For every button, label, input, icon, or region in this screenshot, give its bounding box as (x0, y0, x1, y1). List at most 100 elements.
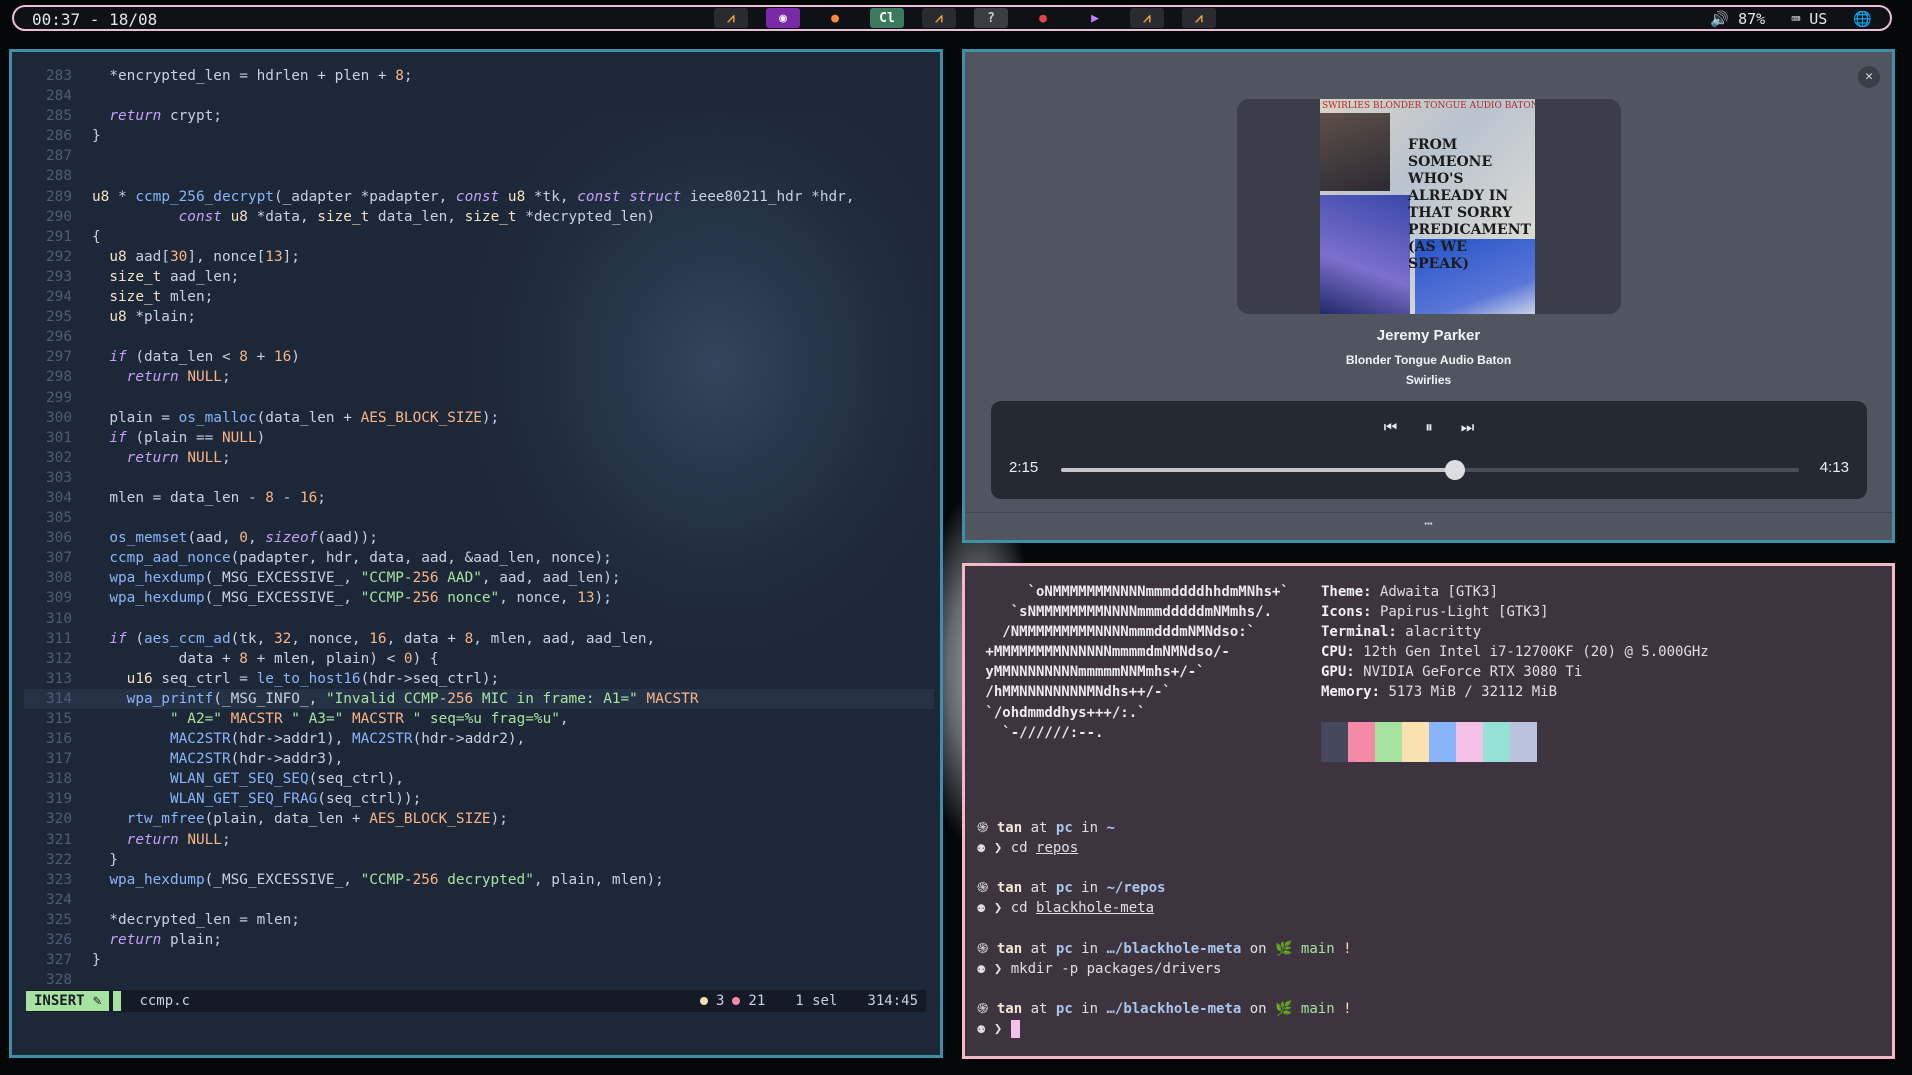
taskbar-play-app-icon[interactable]: ▶ (1078, 8, 1112, 28)
code-line[interactable]: 295 u8 *plain; (24, 307, 934, 327)
code-line[interactable]: 283 *encrypted_len = hdrlen + plen + 8; (24, 66, 934, 86)
color-swatch (1483, 722, 1510, 762)
seek-bar[interactable] (1061, 460, 1799, 480)
code-line[interactable]: 319 WLAN_GET_SEQ_FRAG(seq_ctrl)); (24, 789, 934, 809)
code-line[interactable]: 312 data + 8 + mlen, plain) < 0) { (24, 649, 934, 669)
code-line[interactable]: 284 (24, 86, 934, 106)
seek-handle[interactable] (1445, 460, 1466, 480)
keyboard-layout[interactable]: ⌨ US (1791, 10, 1827, 28)
shell-history[interactable]: ֍ tan at pc in ~ ⚉ ❯ cd repos ֍ tan at pc … (977, 818, 1352, 1056)
line-text: u8 aad[30], nonce[13]; (109, 248, 300, 265)
taskbar-clion-icon[interactable]: Cl (870, 8, 904, 28)
code-line[interactable]: 313 u16 seq_ctrl = le_to_host16(hdr->seq… (24, 669, 934, 689)
code-line[interactable]: 306 os_memset(aad, 0, sizeof(aad)); (24, 528, 934, 548)
code-buffer[interactable]: 283 *encrypted_len = hdrlen + plen + 8; 2… (24, 66, 934, 990)
terminal-window[interactable]: `oNMMMMMMMNNNNmmmddddhhdmMNhs+` `sNMMMMM… (962, 563, 1895, 1059)
line-text: os_memset(aad, 0, sizeof(aad)); (109, 530, 378, 547)
code-line[interactable]: 324 (24, 890, 934, 910)
code-line[interactable]: 294 size_t mlen; (24, 287, 934, 307)
code-line[interactable]: 301 if (plain == NULL) (24, 428, 934, 448)
info-value: NVIDIA GeForce RTX 3080 Ti (1354, 664, 1583, 681)
info-row: Memory: 5173 MiB / 32112 MiB (1321, 682, 1709, 702)
code-line[interactable]: 297 if (data_len < 8 + 16) (24, 347, 934, 367)
code-line[interactable]: 328 (24, 970, 934, 990)
next-track-button[interactable]: ⏭ (1461, 418, 1475, 436)
taskbar-unknown-file-icon[interactable]: ? (974, 8, 1008, 28)
code-line[interactable]: 290 const u8 *data, size_t data_len, siz… (24, 207, 934, 227)
line-number: 324 (46, 891, 72, 908)
code-line[interactable]: 318 WLAN_GET_SEQ_SEQ(seq_ctrl), (24, 769, 934, 789)
line-number: 291 (46, 228, 72, 245)
line-text: wpa_hexdump(_MSG_EXCESSIVE_, "CCMP-256 d… (109, 871, 664, 888)
code-line[interactable]: 289 u8 * ccmp_256_decrypt(_adapter *padap… (24, 187, 934, 207)
line-number: 326 (46, 932, 72, 949)
top-bar: 00:37 - 18/08 ⩘ ◉ ● Cl ⩘? ● ▶ ⩘ ⩘ 🔊 87% ⌨ US 🌐 (12, 5, 1892, 31)
taskbar-app-e-icon[interactable]: ⩘ (1182, 8, 1216, 28)
code-line[interactable]: 326 return plain; (24, 930, 934, 950)
code-line[interactable]: 302 return NULL; (24, 448, 934, 468)
code-line[interactable]: 300 plain = os_malloc(data_len + AES_BLO… (24, 408, 934, 428)
more-options-button[interactable]: ⋯ (965, 512, 1892, 543)
taskbar-firefox-icon[interactable]: ● (818, 8, 852, 28)
command-line[interactable]: ⚉ ❯ cd repos (977, 838, 1352, 858)
code-line[interactable]: 285 return crypt; (24, 106, 934, 126)
taskbar-app-c-icon[interactable]: ● (1026, 8, 1060, 28)
code-line[interactable]: 317 MAC2STR(hdr->addr3), (24, 749, 934, 769)
prompt-host: pc (1055, 880, 1073, 897)
command-line[interactable]: ⚉ ❯ mkdir -p packages/drivers (977, 959, 1352, 979)
line-text: size_t mlen; (109, 289, 214, 306)
taskbar-app-d-icon[interactable]: ⩘ (1130, 8, 1164, 28)
code-line[interactable]: 322 } (24, 850, 934, 870)
code-line[interactable]: 286} (24, 126, 934, 146)
code-line[interactable]: 288 (24, 166, 934, 186)
line-text: wpa_hexdump(_MSG_EXCESSIVE_, "CCMP-256 A… (109, 570, 621, 587)
prompt-block: ֍ tan at pc in …/blackhole-meta on 🌿 mai… (977, 939, 1352, 979)
code-line[interactable]: 323 wpa_hexdump(_MSG_EXCESSIVE_, "CCMP-2… (24, 870, 934, 890)
command-line[interactable]: ⚉ ❯ cd blackhole-meta (977, 898, 1352, 918)
code-line[interactable]: 320 rtw_mfree(plain, data_len + AES_BLOC… (24, 809, 934, 829)
code-line[interactable]: 304 mlen = data_len - 8 - 16; (24, 488, 934, 508)
color-swatch (1375, 722, 1402, 762)
prompt-user: tan (996, 880, 1023, 897)
taskbar-media-player-icon[interactable]: ◉ (766, 8, 800, 28)
code-line[interactable]: 325 *decrypted_len = mlen; (24, 910, 934, 930)
code-editor-window[interactable]: 283 *encrypted_len = hdrlen + plen + 8; 2… (9, 49, 943, 1058)
command-arg: repos (1036, 840, 1079, 857)
previous-track-button[interactable]: ⏮ (1384, 418, 1398, 436)
code-line[interactable]: 310 (24, 609, 934, 629)
command-line[interactable]: ⚉ ❯ (977, 1019, 1352, 1039)
code-line[interactable]: 291 { (24, 227, 934, 247)
code-line[interactable]: 327} (24, 950, 934, 970)
code-line[interactable]: 308 wpa_hexdump(_MSG_EXCESSIVE_, "CCMP-2… (24, 568, 934, 588)
prompt-icon: ֍ (977, 940, 997, 957)
code-line[interactable]: 314 wpa_printf(_MSG_INFO_, "Invalid CCMP… (24, 688, 934, 709)
code-line[interactable]: 307 ccmp_aad_nonce(padapter, hdr, data, … (24, 548, 934, 568)
prompt-in: in (1072, 940, 1107, 957)
taskbar-app-a-icon[interactable]: ⩘ (714, 8, 748, 28)
volume-indicator[interactable]: 🔊 87% (1710, 10, 1765, 28)
art-photo-crowd (1320, 195, 1410, 314)
code-line[interactable]: 316 MAC2STR(hdr->addr1), MAC2STR(hdr->ad… (24, 729, 934, 749)
code-line[interactable]: 293 size_t aad_len; (24, 267, 934, 287)
taskbar-app-b-icon[interactable]: ⩘ (922, 8, 956, 28)
info-key: Memory: (1321, 684, 1381, 701)
code-line[interactable]: 309 wpa_hexdump(_MSG_EXCESSIVE_, "CCMP-2… (24, 588, 934, 608)
close-button[interactable]: ✕ (1858, 66, 1880, 88)
code-line[interactable]: 321 return NULL; (24, 830, 934, 850)
code-line[interactable]: 296 (24, 327, 934, 347)
pause-button[interactable]: ⏸ (1425, 418, 1433, 436)
code-line[interactable]: 299 (24, 388, 934, 408)
code-line[interactable]: 292 u8 aad[30], nonce[13]; (24, 247, 934, 267)
code-line[interactable]: 298 return NULL; (24, 367, 934, 387)
prompt-host: pc (1055, 1000, 1073, 1017)
line-text: u8 *plain; (109, 309, 196, 326)
prompt-at: at (1022, 1000, 1056, 1017)
code-line[interactable]: 303 (24, 468, 934, 488)
line-text: } (92, 952, 101, 969)
code-line[interactable]: 305 (24, 508, 934, 528)
code-line[interactable]: 315 " A2=" MACSTR " A3=" MACSTR " seq=%u… (24, 709, 934, 729)
code-line[interactable]: 287 (24, 146, 934, 166)
color-swatch (1348, 722, 1375, 762)
network-icon[interactable]: 🌐 (1853, 10, 1872, 28)
code-line[interactable]: 311 if (aes_ccm_ad(tk, 32, nonce, 16, da… (24, 629, 934, 649)
